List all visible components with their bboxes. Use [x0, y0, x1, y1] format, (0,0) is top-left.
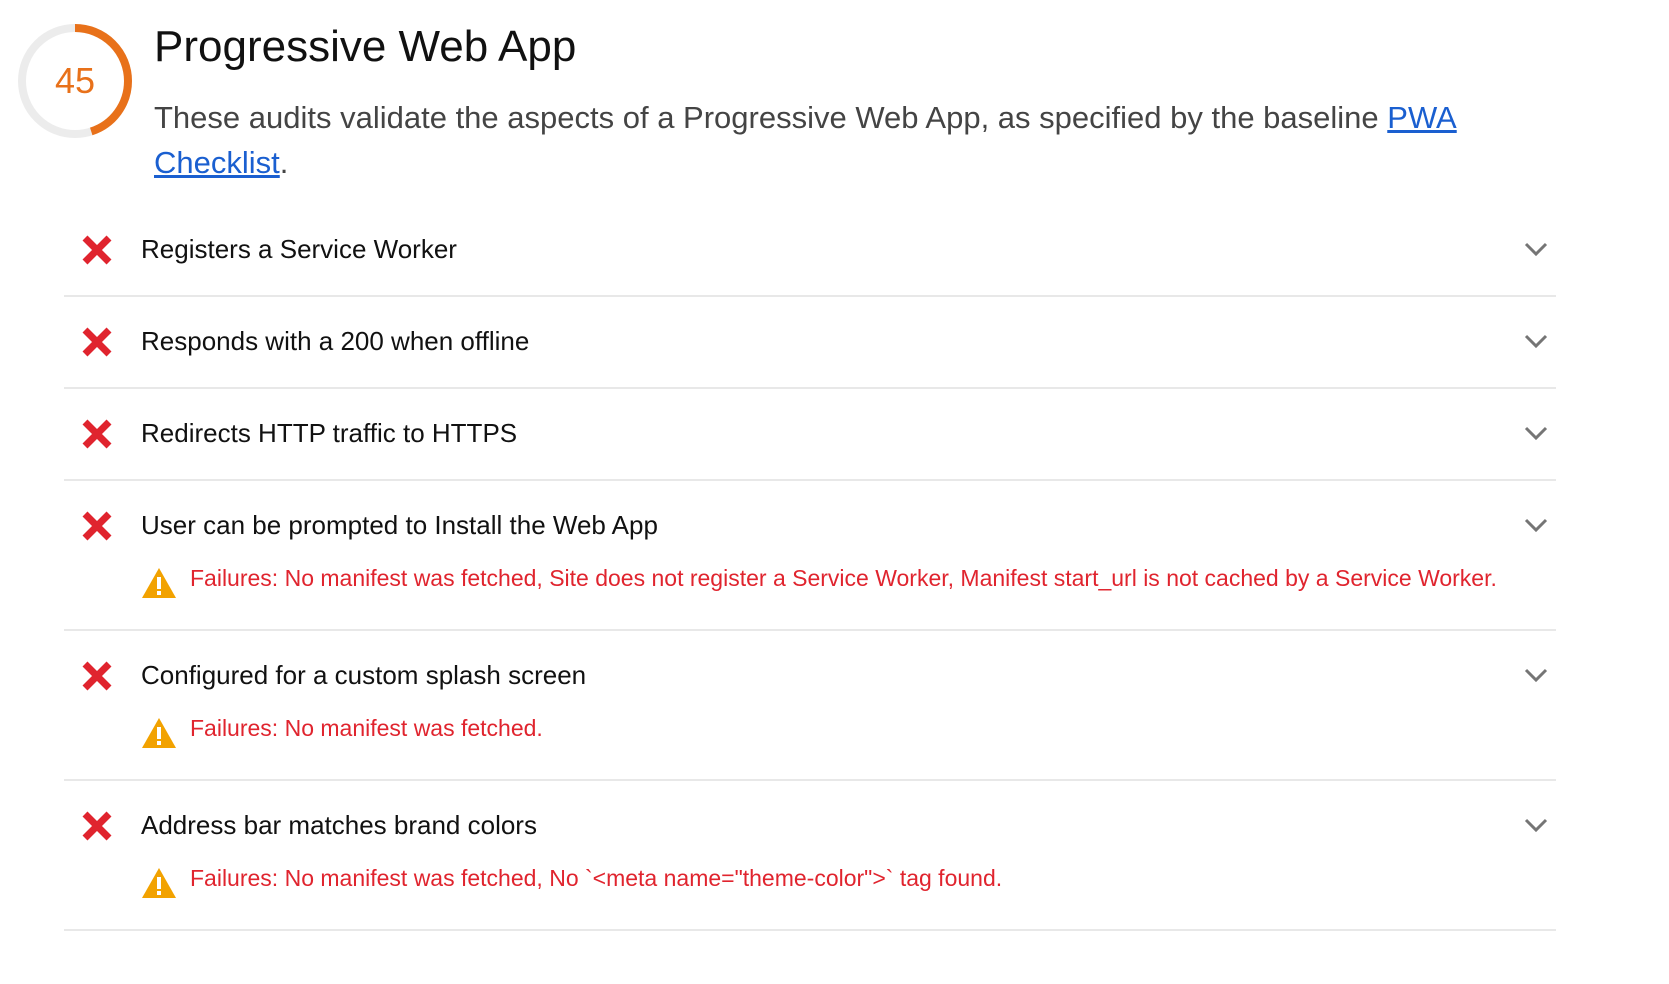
audit-item: Responds with a 200 when offline [64, 297, 1556, 389]
failure-text: Failures: No manifest was fetched, No `<… [190, 865, 1003, 891]
chevron-down-icon[interactable] [1522, 239, 1550, 259]
category-title: Progressive Web App [154, 22, 577, 71]
score-gauge: 45 [17, 23, 133, 139]
chevron-down-icon[interactable] [1522, 331, 1550, 351]
chevron-down-icon[interactable] [1522, 515, 1550, 535]
chevron-down-icon[interactable] [1522, 665, 1550, 685]
fail-icon [80, 659, 114, 693]
warning-icon [141, 866, 177, 900]
audit-title: User can be prompted to Install the Web … [141, 510, 658, 540]
audit-title: Responds with a 200 when offline [141, 326, 530, 356]
audit-item: Redirects HTTP traffic to HTTPS [64, 389, 1556, 481]
audit-header[interactable]: Configured for a custom splash screen [64, 631, 1556, 721]
audit-header[interactable]: Registers a Service Worker [64, 205, 1556, 295]
warning-icon [141, 716, 177, 750]
audit-header[interactable]: User can be prompted to Install the Web … [64, 481, 1556, 571]
fail-icon [80, 509, 114, 543]
fail-icon [80, 417, 114, 451]
chevron-down-icon[interactable] [1522, 423, 1550, 443]
failure-text: Failures: No manifest was fetched. [190, 715, 543, 741]
category-description: These audits validate the aspects of a P… [154, 95, 1514, 185]
fail-icon [80, 233, 114, 267]
audit-list: Registers a Service Worker Responds with … [64, 205, 1556, 931]
audit-item: Address bar matches brand colors Failures… [64, 781, 1556, 931]
audit-title: Redirects HTTP traffic to HTTPS [141, 418, 518, 448]
audit-item: Configured for a custom splash screen Fai… [64, 631, 1556, 781]
failure-text: Failures: No manifest was fetched, Site … [190, 565, 1497, 591]
audit-header[interactable]: Redirects HTTP traffic to HTTPS [64, 389, 1556, 479]
audit-title: Configured for a custom splash screen [141, 660, 587, 690]
audit-header[interactable]: Address bar matches brand colors [64, 781, 1556, 871]
audit-failure: Failures: No manifest was fetched, No `<… [64, 865, 1556, 929]
fail-icon [80, 325, 114, 359]
description-text: These audits validate the aspects of a P… [154, 100, 1388, 135]
audit-title: Address bar matches brand colors [141, 810, 537, 840]
audit-item: Registers a Service Worker [64, 205, 1556, 297]
audit-item: User can be prompted to Install the Web … [64, 481, 1556, 631]
audit-failure: Failures: No manifest was fetched, Site … [64, 565, 1556, 629]
audit-failure: Failures: No manifest was fetched. [64, 715, 1556, 779]
warning-icon [141, 566, 177, 600]
audit-title: Registers a Service Worker [141, 234, 457, 264]
fail-icon [80, 809, 114, 843]
description-end: . [279, 145, 289, 180]
chevron-down-icon[interactable] [1522, 815, 1550, 835]
audit-header[interactable]: Responds with a 200 when offline [64, 297, 1556, 387]
score-value: 45 [54, 60, 96, 101]
